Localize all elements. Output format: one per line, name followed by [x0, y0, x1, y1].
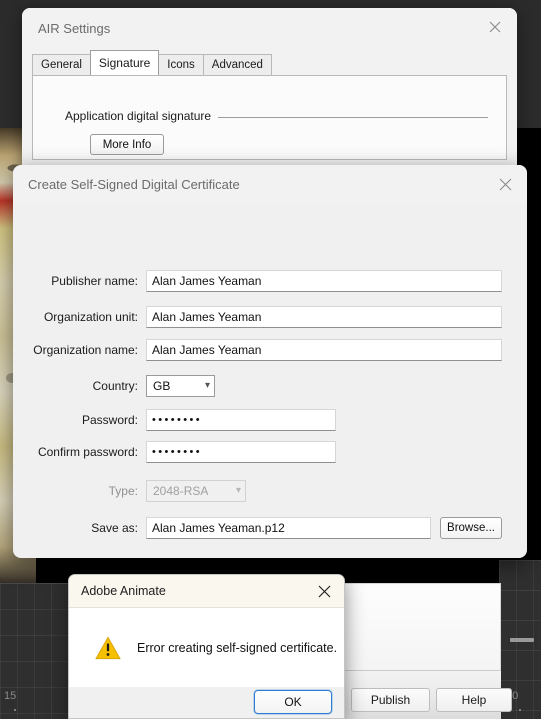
password-label: Password:: [81, 413, 138, 427]
cert-dialog-body: Publisher name: Alan James Yeaman Organi…: [13, 203, 527, 558]
field-row-organization-name: Organization name: Alan James Yeaman: [13, 339, 527, 361]
publish-button[interactable]: Publish: [351, 688, 430, 712]
field-row-type: Type: 2048-RSA ▾: [13, 480, 527, 502]
confirm-password-masked-value: ••••••••: [152, 446, 203, 458]
close-icon[interactable]: [483, 165, 527, 203]
tab-signature[interactable]: Signature: [89, 50, 160, 75]
organization-name-input[interactable]: Alan James Yeaman: [146, 339, 502, 361]
create-certificate-dialog: Create Self-Signed Digital Certificate P…: [13, 165, 527, 558]
alert-footer: OK: [69, 687, 344, 718]
alert-ok-button[interactable]: OK: [254, 690, 332, 714]
timeline-frame-span[interactable]: [510, 638, 534, 642]
chevron-down-icon: ▾: [204, 380, 210, 391]
field-row-publisher-name: Publisher name: Alan James Yeaman: [13, 270, 527, 292]
timeline-frame-number-left: 15: [4, 690, 17, 702]
publisher-name-input[interactable]: Alan James Yeaman: [146, 270, 502, 292]
confirm-password-input[interactable]: ••••••••: [146, 441, 336, 463]
field-row-password: Password: ••••••••: [13, 409, 527, 431]
warning-triangle-icon: [95, 635, 121, 659]
close-icon[interactable]: [304, 575, 344, 607]
type-select: 2048-RSA ▾: [146, 480, 246, 502]
type-select-value: 2048-RSA: [153, 484, 209, 498]
air-settings-window: AIR Settings General Signature Icons Adv…: [22, 8, 517, 168]
tab-advanced[interactable]: Advanced: [202, 54, 272, 75]
alert-titlebar: Adobe Animate: [69, 575, 344, 608]
timeline-keyframe-dot-left: [14, 709, 16, 711]
field-row-confirm-password: Confirm password: ••••••••: [13, 441, 527, 463]
screen: 15 50 Publish Help AIR Settings General …: [0, 0, 541, 719]
country-select[interactable]: GB ▾: [146, 375, 215, 397]
organization-name-label: Organization name:: [33, 343, 138, 357]
signature-panel: Application digital signature More Info: [32, 75, 507, 160]
password-input[interactable]: ••••••••: [146, 409, 336, 431]
cert-dialog-title: Create Self-Signed Digital Certificate: [28, 176, 240, 192]
air-settings-title: AIR Settings: [38, 20, 111, 36]
help-button-app[interactable]: Help: [436, 688, 512, 712]
type-label: Type:: [108, 484, 138, 498]
alert-content: Error creating self-signed certificate.: [69, 608, 344, 687]
tab-icons[interactable]: Icons: [158, 54, 204, 75]
field-row-save-as: Save as: Alan James Yeaman.p12 Browse...: [13, 517, 527, 539]
chevron-down-icon: ▾: [235, 485, 241, 496]
alert-title: Adobe Animate: [81, 584, 166, 598]
organization-unit-label: Organization unit:: [43, 310, 138, 324]
timeline-keyframe-dot-right: [519, 709, 521, 711]
save-as-input[interactable]: Alan James Yeaman.p12: [146, 517, 431, 539]
password-masked-value: ••••••••: [152, 414, 203, 426]
country-label: Country:: [92, 379, 138, 393]
save-as-label: Save as:: [91, 521, 138, 535]
close-icon[interactable]: [473, 8, 517, 46]
organization-unit-input[interactable]: Alan James Yeaman: [146, 306, 502, 328]
publisher-name-label: Publisher name:: [51, 274, 138, 288]
field-row-country: Country: GB ▾: [13, 375, 527, 397]
confirm-password-label: Confirm password:: [37, 445, 138, 459]
alert-message: Error creating self-signed certificate.: [137, 640, 338, 655]
cert-dialog-titlebar: Create Self-Signed Digital Certificate: [13, 165, 527, 203]
air-settings-tabs: General Signature Icons Advanced: [22, 50, 517, 75]
country-select-value: GB: [153, 379, 171, 393]
signature-group-label: Application digital signature: [65, 109, 219, 123]
tab-general[interactable]: General: [32, 54, 91, 75]
error-alert-dialog: Adobe Animate Error creating self-signed…: [68, 574, 345, 719]
air-settings-titlebar: AIR Settings: [22, 8, 517, 48]
browse-button[interactable]: Browse...: [440, 517, 502, 539]
field-row-organization-unit: Organization unit: Alan James Yeaman: [13, 306, 527, 328]
more-info-button[interactable]: More Info: [90, 134, 164, 155]
